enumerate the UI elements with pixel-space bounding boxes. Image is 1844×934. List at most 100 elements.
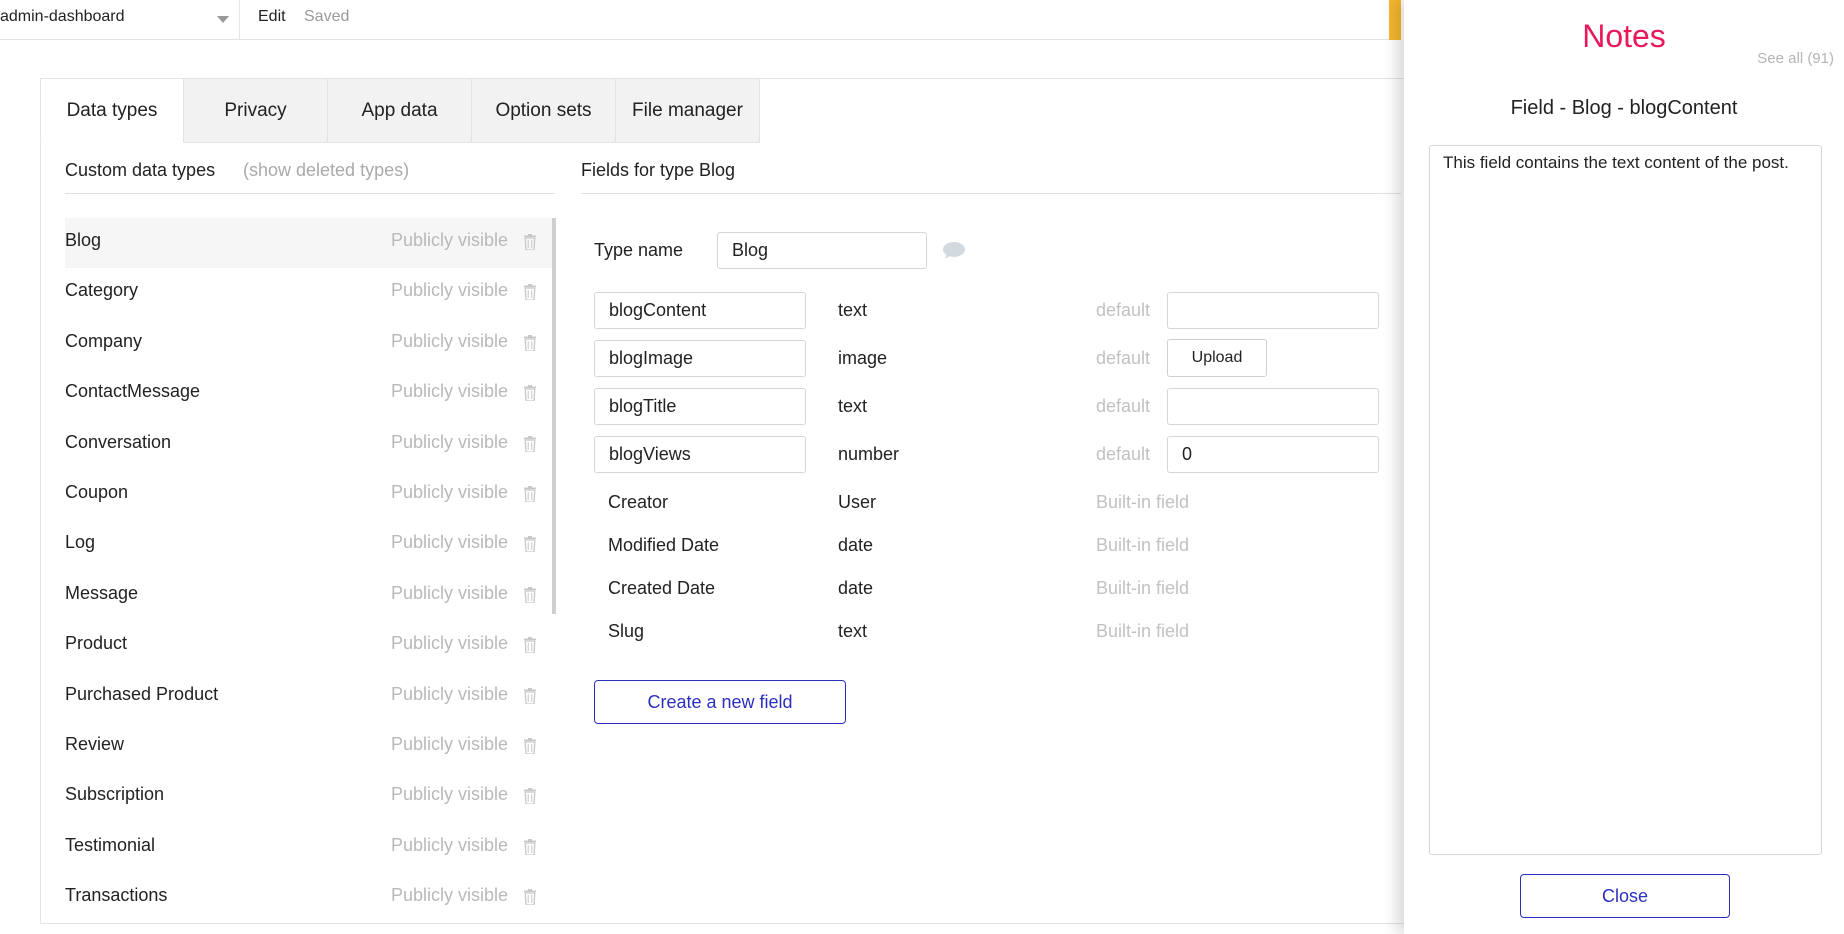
visibility-label: Publicly visible bbox=[391, 532, 509, 553]
trash-icon[interactable] bbox=[524, 334, 536, 351]
type-name: Transactions bbox=[65, 885, 168, 906]
type-row[interactable]: ContactMessage Publicly visible bbox=[65, 369, 555, 419]
type-name: Blog bbox=[65, 230, 102, 250]
type-name: Purchased Product bbox=[65, 683, 219, 704]
type-row[interactable]: Message Publicly visible bbox=[65, 571, 555, 621]
visibility-label: Publicly visible bbox=[391, 330, 509, 351]
type-name: Conversation bbox=[65, 431, 172, 452]
builtin-field-name: Creator bbox=[608, 492, 669, 512]
comment-icon[interactable] bbox=[942, 240, 966, 260]
field-name-input[interactable]: blogImage bbox=[594, 340, 806, 377]
type-row[interactable]: Subscription Publicly visible bbox=[65, 772, 555, 822]
data-tabs: Data types Privacy App data Option sets … bbox=[40, 78, 760, 143]
trash-icon[interactable] bbox=[524, 586, 536, 603]
type-name: ContactMessage bbox=[65, 381, 201, 402]
field-type-label[interactable]: number bbox=[838, 444, 899, 465]
type-row[interactable]: Conversation Publicly visible bbox=[65, 420, 555, 470]
builtin-field-label: Built-in field bbox=[1096, 535, 1190, 555]
type-row[interactable]: Company Publicly visible bbox=[65, 319, 555, 369]
type-row[interactable]: Coupon Publicly visible bbox=[65, 470, 555, 520]
top-bar: admin-dashboard Edit Saved bbox=[0, 0, 1401, 40]
builtin-field-type: User bbox=[838, 492, 877, 512]
field-name-input[interactable]: blogViews bbox=[594, 436, 806, 473]
default-label: default bbox=[1096, 396, 1151, 416]
fields-header: Fields for type Blog bbox=[581, 158, 1401, 194]
default-value-input[interactable] bbox=[1167, 388, 1379, 425]
tab-privacy[interactable]: Privacy bbox=[184, 78, 328, 143]
trash-icon[interactable] bbox=[524, 385, 536, 402]
default-value-input[interactable] bbox=[1167, 292, 1379, 329]
trash-icon[interactable] bbox=[524, 788, 536, 805]
custom-types-title: Custom data types bbox=[65, 160, 216, 180]
issues-indicator[interactable] bbox=[1389, 0, 1401, 40]
type-name: Coupon bbox=[65, 481, 129, 502]
trash-icon[interactable] bbox=[524, 737, 536, 754]
field-type-label[interactable]: text bbox=[838, 300, 867, 321]
type-name: Message bbox=[65, 582, 139, 603]
chevron-down-icon bbox=[217, 16, 229, 23]
tab-option-sets[interactable]: Option sets bbox=[472, 78, 616, 143]
visibility-label: Publicly visible bbox=[391, 381, 509, 402]
notes-subtitle: Field - Blog - blogContent bbox=[1510, 97, 1738, 119]
type-name: Subscription bbox=[65, 784, 165, 805]
visibility-label: Publicly visible bbox=[391, 784, 509, 805]
trash-icon[interactable] bbox=[524, 889, 536, 906]
field-name-input[interactable]: blogTitle bbox=[594, 388, 806, 425]
notes-drawer: Notes See all (91) Field - Blog - blogCo… bbox=[1404, 0, 1844, 934]
builtin-field-label: Built-in field bbox=[1096, 621, 1190, 641]
builtin-field-name: Slug bbox=[608, 621, 645, 641]
default-label: default bbox=[1096, 348, 1151, 368]
visibility-label: Publicly visible bbox=[391, 683, 509, 704]
type-row[interactable]: Product Publicly visible bbox=[65, 621, 555, 671]
type-name: Log bbox=[65, 532, 96, 553]
show-deleted-types-link[interactable]: (show deleted types) bbox=[243, 160, 409, 181]
default-label: default bbox=[1096, 300, 1151, 320]
trash-icon[interactable] bbox=[524, 234, 536, 250]
see-all-notes-link[interactable]: See all (91) bbox=[1757, 50, 1834, 67]
tab-data-types[interactable]: Data types bbox=[40, 78, 184, 143]
app-selector[interactable]: admin-dashboard bbox=[0, 0, 240, 40]
field-type-label[interactable]: text bbox=[838, 396, 867, 417]
type-row[interactable]: Review Publicly visible bbox=[65, 722, 555, 772]
type-name: Company bbox=[65, 330, 143, 351]
type-row[interactable]: Transactions Publicly visible bbox=[65, 873, 555, 923]
notes-textarea[interactable]: This field contains the text content of … bbox=[1429, 145, 1822, 855]
tab-file-manager[interactable]: File manager bbox=[616, 78, 760, 143]
builtin-field-label: Built-in field bbox=[1096, 492, 1190, 512]
type-name-label: Type name bbox=[594, 240, 684, 260]
trash-icon[interactable] bbox=[524, 687, 536, 704]
builtin-field-type: text bbox=[838, 621, 868, 641]
builtin-field-type: date bbox=[838, 578, 874, 598]
type-row[interactable]: Purchased Product Publicly visible bbox=[65, 672, 555, 722]
close-button[interactable]: Close bbox=[1520, 874, 1730, 918]
upload-button[interactable]: Upload bbox=[1167, 339, 1267, 377]
builtin-field-label: Built-in field bbox=[1096, 578, 1190, 598]
field-name-input[interactable]: blogContent bbox=[594, 292, 806, 329]
visibility-label: Publicly visible bbox=[391, 280, 509, 301]
field-type-label[interactable]: image bbox=[838, 348, 887, 369]
trash-icon[interactable] bbox=[524, 536, 536, 553]
type-row[interactable]: Blog Publicly visible bbox=[65, 218, 555, 269]
trash-icon[interactable] bbox=[524, 838, 536, 855]
type-name: Product bbox=[65, 633, 128, 654]
type-row[interactable]: Log Publicly visible bbox=[65, 520, 555, 570]
edit-mode-label[interactable]: Edit bbox=[258, 8, 286, 26]
type-list-scrollbar[interactable] bbox=[552, 218, 556, 614]
type-row[interactable]: Category Publicly visible bbox=[65, 268, 555, 318]
custom-types-header: Custom data types (show deleted types) bbox=[65, 158, 555, 194]
trash-icon[interactable] bbox=[524, 485, 536, 502]
type-row[interactable]: Testimonial Publicly visible bbox=[65, 823, 555, 873]
type-name: Review bbox=[65, 733, 125, 754]
type-name-input[interactable]: Blog bbox=[717, 232, 927, 269]
builtin-field-type: date bbox=[838, 535, 874, 555]
tab-app-data[interactable]: App data bbox=[328, 78, 472, 143]
type-list: Blog Publicly visible Category Publicly vis… bbox=[65, 218, 555, 923]
trash-icon[interactable] bbox=[524, 637, 536, 654]
trash-icon[interactable] bbox=[524, 284, 536, 301]
visibility-label: Publicly visible bbox=[391, 834, 509, 855]
default-value-input[interactable]: 0 bbox=[1167, 436, 1379, 473]
visibility-label: Publicly visible bbox=[391, 633, 509, 654]
create-field-button[interactable]: Create a new field bbox=[594, 680, 846, 724]
trash-icon[interactable] bbox=[524, 435, 536, 452]
visibility-label: Publicly visible bbox=[391, 582, 509, 603]
